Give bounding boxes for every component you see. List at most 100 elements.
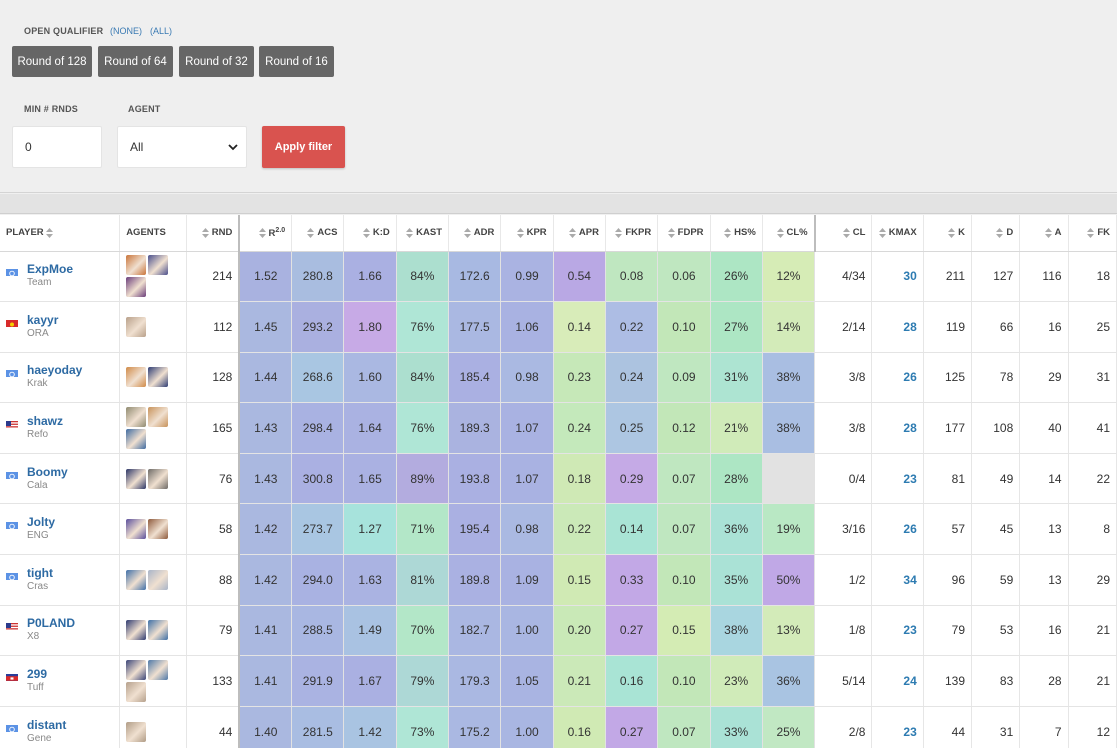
player-name-link[interactable]: distant xyxy=(27,718,66,732)
kmax-link[interactable]: 23 xyxy=(871,605,924,657)
round-of-64-button[interactable]: Round of 64 xyxy=(98,46,173,77)
stat-fdpr-cell: 0.12 xyxy=(657,402,711,454)
col-header-rating[interactable]: R2.0 xyxy=(238,215,293,252)
apply-filter-button[interactable]: Apply filter xyxy=(262,126,345,168)
kmax-link[interactable]: 28 xyxy=(871,301,924,353)
select-all-link[interactable]: (ALL) xyxy=(150,26,172,36)
col-header-kpr[interactable]: KPR xyxy=(500,215,554,252)
rounds-cell: 133 xyxy=(186,655,240,707)
agents-cell xyxy=(119,503,187,556)
round-of-16-button[interactable]: Round of 16 xyxy=(259,46,334,77)
col-header-label: A xyxy=(1054,227,1062,239)
col-header-fk[interactable]: FK xyxy=(1068,215,1117,252)
col-header-label: CL xyxy=(852,227,866,239)
player-name-link[interactable]: P0LAND xyxy=(27,616,75,630)
team-name: Cala xyxy=(27,479,48,491)
player-name-link[interactable]: shawz xyxy=(27,414,63,428)
sort-icon xyxy=(258,228,266,239)
agent-portrait-icon xyxy=(126,569,147,590)
stat-adr-cell: 175.2 xyxy=(448,706,502,748)
stat-fkpr-cell: 0.29 xyxy=(605,453,659,505)
assists-cell: 14 xyxy=(1019,453,1069,505)
kills-cell: 96 xyxy=(923,554,973,606)
kmax-link[interactable]: 26 xyxy=(871,352,924,404)
stat-hs-cell: 35% xyxy=(710,554,763,606)
col-header-clpct[interactable]: CL% xyxy=(762,215,816,252)
stat-kd-cell: 1.66 xyxy=(343,251,397,303)
agent-portrait-icon xyxy=(126,468,147,489)
agents-cell xyxy=(119,655,187,707)
col-header-kast[interactable]: KAST xyxy=(396,215,450,252)
agents-cell xyxy=(119,402,187,454)
table-row: haeyoday Krak 128 1.44 268.6 1.60 84% 185.4 0.98… xyxy=(0,352,1117,404)
stat-fdpr-cell: 0.07 xyxy=(657,503,711,556)
stat-acs-cell: 294.0 xyxy=(291,554,345,606)
kmax-link[interactable]: 23 xyxy=(871,706,924,748)
agent-portrait-icon xyxy=(126,620,147,641)
col-header-label: ADR xyxy=(473,227,495,239)
table-row: kayyr ORA 112 1.45 293.2 1.80 76% 177.5 1.06 0.14… xyxy=(0,301,1117,353)
col-header-fkpr[interactable]: FKPR xyxy=(605,215,659,252)
assists-cell: 28 xyxy=(1019,655,1069,707)
stat-fdpr-cell: 0.10 xyxy=(657,554,711,606)
min-rnds-input[interactable]: 0 xyxy=(12,126,102,168)
player-name-link[interactable]: ExpMoe xyxy=(27,262,73,276)
col-header-adr[interactable]: ADR xyxy=(448,215,502,252)
stat-kd-cell: 1.65 xyxy=(343,453,397,505)
col-header-kmax[interactable]: KMAX xyxy=(871,215,924,252)
stat-apr-cell: 0.54 xyxy=(553,251,606,303)
first-kills-cell: 25 xyxy=(1068,301,1117,353)
kmax-link[interactable]: 28 xyxy=(871,402,924,454)
agent-select[interactable]: All xyxy=(117,126,247,168)
player-name-link[interactable]: 299 xyxy=(27,667,47,681)
player-cell: Jolty ENG xyxy=(0,503,121,556)
assists-cell: 13 xyxy=(1019,503,1069,556)
col-header-player[interactable]: PLAYER xyxy=(0,215,121,252)
clutches-cell: 0/4 xyxy=(814,453,873,505)
col-header-label: KAST xyxy=(416,227,443,239)
col-header-cl[interactable]: CL xyxy=(814,215,873,252)
stat-acs-cell: 291.9 xyxy=(291,655,345,707)
agent-portrait-icon xyxy=(148,367,169,388)
deaths-cell: 127 xyxy=(971,251,1021,303)
stat-kpr-cell: 1.00 xyxy=(500,605,554,657)
kmax-link[interactable]: 24 xyxy=(871,655,924,707)
stat-rating-cell: 1.52 xyxy=(238,251,293,303)
stat-rating-cell: 1.44 xyxy=(238,352,293,404)
col-header-kd[interactable]: K:D xyxy=(343,215,397,252)
sort-icon xyxy=(1044,227,1052,238)
col-header-label: FKPR xyxy=(625,227,652,239)
col-header-k[interactable]: K xyxy=(923,215,973,252)
clutches-cell: 3/16 xyxy=(814,503,873,556)
stat-fkpr-cell: 0.27 xyxy=(605,605,659,657)
col-header-a[interactable]: A xyxy=(1019,215,1069,252)
col-header-fdpr[interactable]: FDPR xyxy=(657,215,711,252)
col-header-apr[interactable]: APR xyxy=(553,215,606,252)
player-name-link[interactable]: haeyoday xyxy=(27,363,82,377)
player-name-link[interactable]: tight xyxy=(27,566,53,580)
col-header-d[interactable]: D xyxy=(971,215,1021,252)
sort-icon xyxy=(201,227,209,238)
select-none-link[interactable]: (NONE) xyxy=(110,26,142,36)
agent-portrait-icon xyxy=(126,682,147,703)
kmax-link[interactable]: 23 xyxy=(871,453,924,505)
stat-fkpr-cell: 0.25 xyxy=(605,402,659,454)
agent-portrait-icon xyxy=(148,620,169,641)
player-name-link[interactable]: Boomy xyxy=(27,465,68,479)
col-header-label: FDPR xyxy=(677,227,704,239)
rounds-cell: 58 xyxy=(186,503,240,556)
col-header-rnd[interactable]: RND xyxy=(186,215,240,252)
player-name-link[interactable]: Jolty xyxy=(27,515,55,529)
round-of-128-button[interactable]: Round of 128 xyxy=(12,46,92,77)
player-name-link[interactable]: kayyr xyxy=(27,313,58,327)
stat-kpr-cell: 1.05 xyxy=(500,655,554,707)
col-header-acs[interactable]: ACS xyxy=(291,215,345,252)
kmax-link[interactable]: 34 xyxy=(871,554,924,606)
kills-cell: 57 xyxy=(923,503,973,556)
kmax-link[interactable]: 30 xyxy=(871,251,924,303)
stat-apr-cell: 0.15 xyxy=(553,554,606,606)
kmax-link[interactable]: 26 xyxy=(871,503,924,556)
col-header-hs[interactable]: HS% xyxy=(710,215,763,252)
stat-acs-cell: 280.8 xyxy=(291,251,345,303)
round-of-32-button[interactable]: Round of 32 xyxy=(179,46,254,77)
